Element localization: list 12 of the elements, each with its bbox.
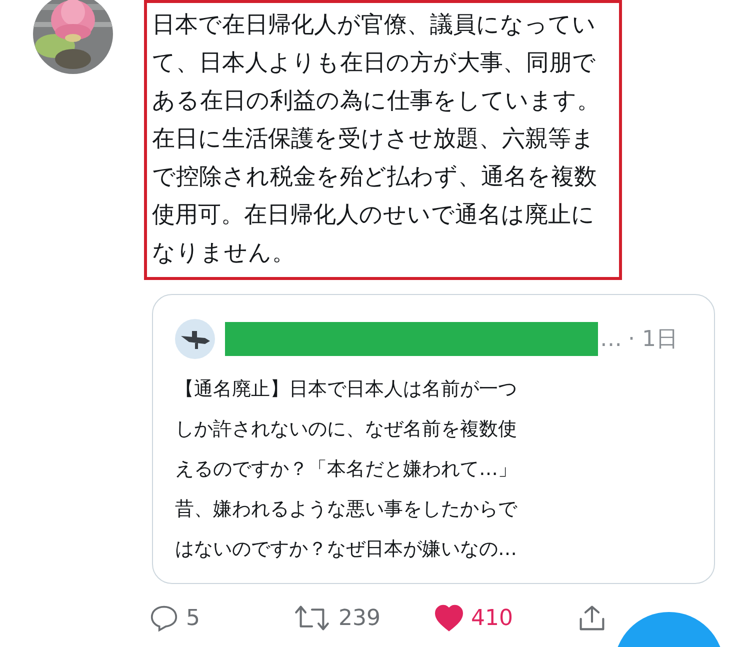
quoted-tweet-card[interactable]: … · 1日 【通名廃止】日本で日本人は名前が一つしか許されないのに、なぜ名前を複数使えるのですか？「本名だと嫌われて…」昔、嫌われるような悪い事をしたからではないのですか？なぜ日本が嫌いなの… [152, 294, 715, 584]
reply-count: 5 [186, 606, 200, 630]
quoted-tweet-text: 【通名廃止】日本で日本人は名前が一つしか許されないのに、なぜ名前を複数使えるのですか？「本名だと嫌われて…」昔、嫌われるような悪い事をしたからではないのですか？なぜ日本が嫌いなの… [175, 377, 518, 562]
like-count: 410 [471, 606, 513, 630]
tweet-time: · 1日 [628, 326, 678, 354]
name-ellipsis: … [600, 326, 622, 352]
heart-icon[interactable] [435, 604, 463, 632]
reply-icon[interactable] [150, 604, 178, 632]
tweet-text: 日本で在日帰化人が官僚、議員になっていて、日本人よりも在日の方が大事、同朋である在日の利益の為に仕事をしています。在日に生活保護を受けさせ放題、六親等まで控除され税金を殆ど払わず、通名を複数使用可。在日帰化人のせいで通名は廃止になりません。 [152, 11, 601, 268]
retweet-icon[interactable] [292, 604, 330, 632]
retweet-count: 239 [338, 606, 380, 630]
share-icon[interactable] [578, 604, 606, 632]
